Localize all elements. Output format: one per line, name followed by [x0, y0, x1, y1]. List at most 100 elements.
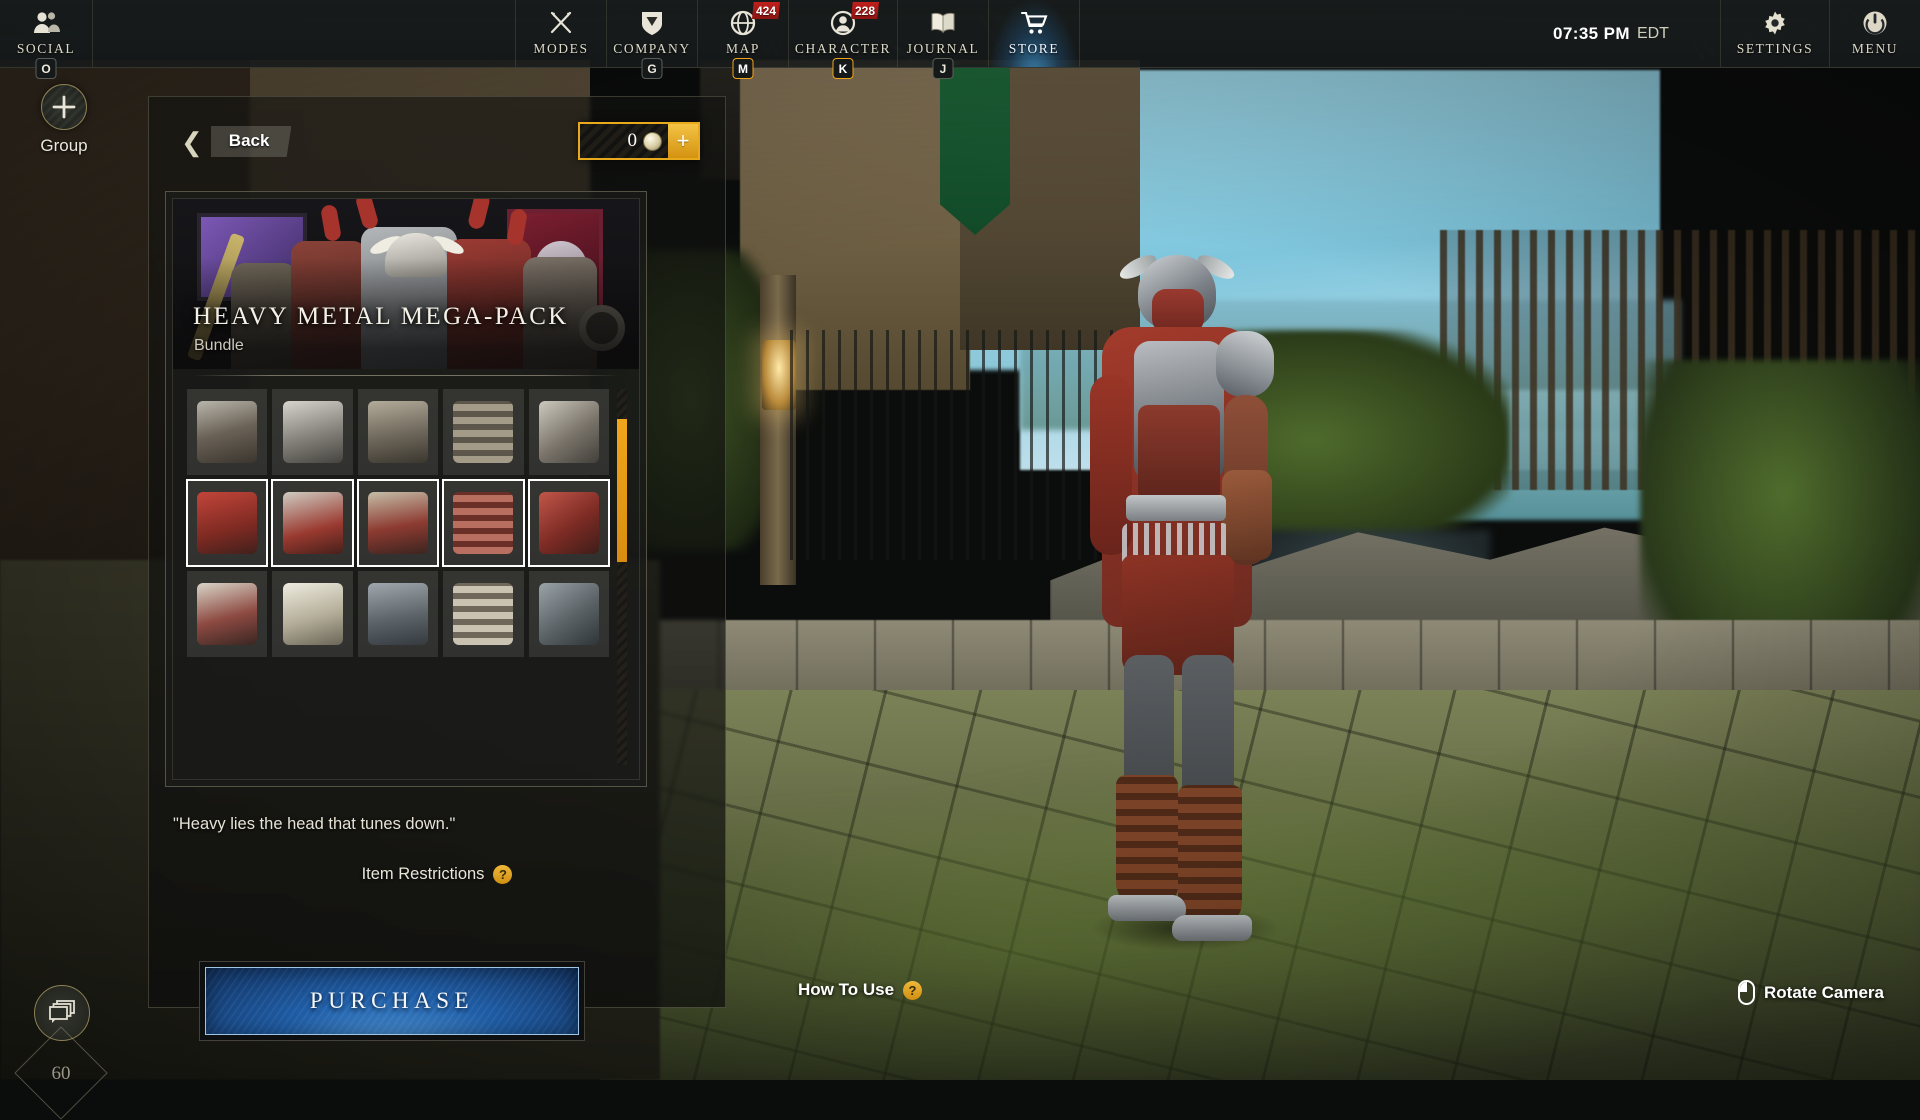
badge-character-count: 228	[851, 2, 879, 19]
crossed-swords-icon	[548, 8, 574, 38]
keybind-map: M	[733, 58, 754, 79]
nav-item-character[interactable]: CHARACTER 228 K	[789, 0, 897, 67]
store-panel: ❮ Back 0 +	[148, 96, 726, 1008]
bundle-item-studded-trousers[interactable]	[358, 389, 438, 475]
bundle-title: HEAVY METAL MEGA-PACK	[193, 303, 569, 331]
item-thumbnail	[368, 583, 428, 645]
question-icon[interactable]: ?	[493, 865, 512, 884]
top-navigation-bar: SOCIAL O MODES COMPANY G	[0, 0, 1920, 68]
nav-item-settings[interactable]: SETTINGS	[1721, 0, 1829, 67]
bundle-item-ripped-trousers[interactable]	[358, 571, 438, 657]
bundle-item-red-coat-chestpiece[interactable]	[187, 480, 267, 566]
nav-label-settings: SETTINGS	[1737, 41, 1814, 57]
item-thumbnail	[197, 492, 257, 554]
nav-label-character: CHARACTER	[795, 41, 891, 57]
bundle-item-red-sash-trousers[interactable]	[358, 480, 438, 566]
bundle-item-clawed-gauntlet[interactable]	[529, 571, 609, 657]
power-icon	[1862, 8, 1888, 38]
item-thumbnail	[283, 492, 343, 554]
bundle-card-inner: HEAVY METAL MEGA-PACK Bundle	[172, 198, 640, 780]
nav-label-menu: MENU	[1852, 41, 1898, 57]
keybind-journal: J	[933, 58, 954, 79]
item-thumbnail	[368, 401, 428, 463]
item-thumbnail	[453, 401, 513, 463]
character-underchest	[1138, 405, 1220, 501]
group-button-label: Group	[18, 136, 110, 156]
item-thumbnail	[539, 492, 599, 554]
mouse-left-button-icon	[1738, 980, 1755, 1005]
item-thumbnail	[539, 583, 599, 645]
chevron-left-icon: ❮	[181, 129, 203, 155]
character-boot-left	[1116, 775, 1178, 905]
nav-label-store: STORE	[1009, 41, 1060, 57]
item-thumbnail	[453, 583, 513, 645]
badge-map-count: 424	[752, 2, 780, 19]
store-panel-header: ❮ Back 0 +	[149, 97, 725, 189]
purchase-button[interactable]: PURCHASE	[199, 961, 585, 1041]
character-foot-left	[1108, 895, 1186, 921]
shield-icon	[640, 8, 664, 38]
character-belt	[1126, 495, 1226, 521]
player-character	[1060, 255, 1300, 945]
item-thumbnail	[368, 492, 428, 554]
bundle-item-spiked-gauntlet[interactable]	[529, 389, 609, 475]
clock-timezone: EDT	[1637, 25, 1669, 43]
how-to-use-label: How To Use	[798, 980, 894, 1000]
nav-item-modes[interactable]: MODES	[516, 0, 606, 67]
bundle-items-area	[187, 389, 627, 765]
bundle-subtitle: Bundle	[194, 337, 244, 355]
nav-item-journal[interactable]: JOURNAL J	[898, 0, 988, 67]
currency-amount: 0	[628, 130, 638, 152]
item-thumbnail	[453, 492, 513, 554]
clock-time: 07:35 PM	[1553, 24, 1630, 44]
bundle-item-red-studded-glove[interactable]	[529, 480, 609, 566]
bundle-item-red-studded-boots[interactable]	[443, 480, 523, 566]
people-icon	[31, 8, 61, 38]
back-button[interactable]: ❮ Back	[181, 126, 291, 157]
bundle-item-horned-helm[interactable]	[272, 480, 352, 566]
gold-coin-icon	[643, 132, 662, 151]
nav-item-menu[interactable]: MENU	[1830, 0, 1920, 67]
item-thumbnail	[197, 583, 257, 645]
rotate-camera-label: Rotate Camera	[1764, 983, 1884, 1003]
bundle-quote: "Heavy lies the head that tunes down."	[173, 815, 693, 834]
group-button[interactable]: Group	[18, 84, 110, 156]
bundle-item-bone-chestpiece[interactable]	[187, 571, 267, 657]
gear-icon	[1762, 8, 1788, 38]
keybind-character: K	[833, 58, 854, 79]
bundle-item-spiked-chestpiece[interactable]	[187, 389, 267, 475]
bundle-item-spiked-mask-helm[interactable]	[272, 389, 352, 475]
chat-bubbles-icon	[48, 999, 76, 1028]
globe-icon	[730, 8, 756, 38]
bundle-item-skull-helm[interactable]	[272, 571, 352, 657]
fps-value: 60	[52, 1063, 71, 1085]
back-button-label: Back	[211, 126, 292, 157]
keybind-social: O	[36, 58, 57, 79]
nav-item-store[interactable]: STORE	[989, 0, 1079, 67]
nav-item-company[interactable]: COMPANY G	[607, 0, 697, 67]
bundle-item-grid	[187, 389, 617, 765]
scrollbar-thumb[interactable]	[617, 419, 627, 562]
character-pauldron	[1216, 331, 1274, 397]
bundle-item-laced-boots[interactable]	[443, 571, 523, 657]
nav-label-modes: MODES	[533, 41, 588, 57]
add-currency-button[interactable]: +	[668, 124, 698, 158]
purchase-button-label: PURCHASE	[310, 988, 474, 1014]
question-icon[interactable]: ?	[903, 981, 922, 1000]
currency-display: 0 +	[578, 122, 700, 160]
nav-label-journal: JOURNAL	[907, 41, 980, 57]
nav-label-social: SOCIAL	[17, 41, 75, 57]
nav-item-map[interactable]: MAP 424 M	[698, 0, 788, 67]
nav-item-social[interactable]: SOCIAL O	[0, 0, 92, 67]
how-to-use-link[interactable]: How To Use ?	[798, 980, 922, 1000]
game-clock: 07:35 PM EDT	[1502, 0, 1720, 67]
plus-icon	[41, 84, 87, 130]
item-restrictions-link[interactable]: Item Restrictions ?	[149, 865, 725, 884]
item-thumbnail	[283, 401, 343, 463]
fps-counter: 60	[22, 1048, 100, 1100]
bundle-item-buckled-boots[interactable]	[443, 389, 523, 475]
keybind-company: G	[642, 58, 663, 79]
item-grid-scrollbar[interactable]	[617, 389, 627, 765]
item-thumbnail	[197, 401, 257, 463]
nav-label-map: MAP	[726, 41, 760, 57]
